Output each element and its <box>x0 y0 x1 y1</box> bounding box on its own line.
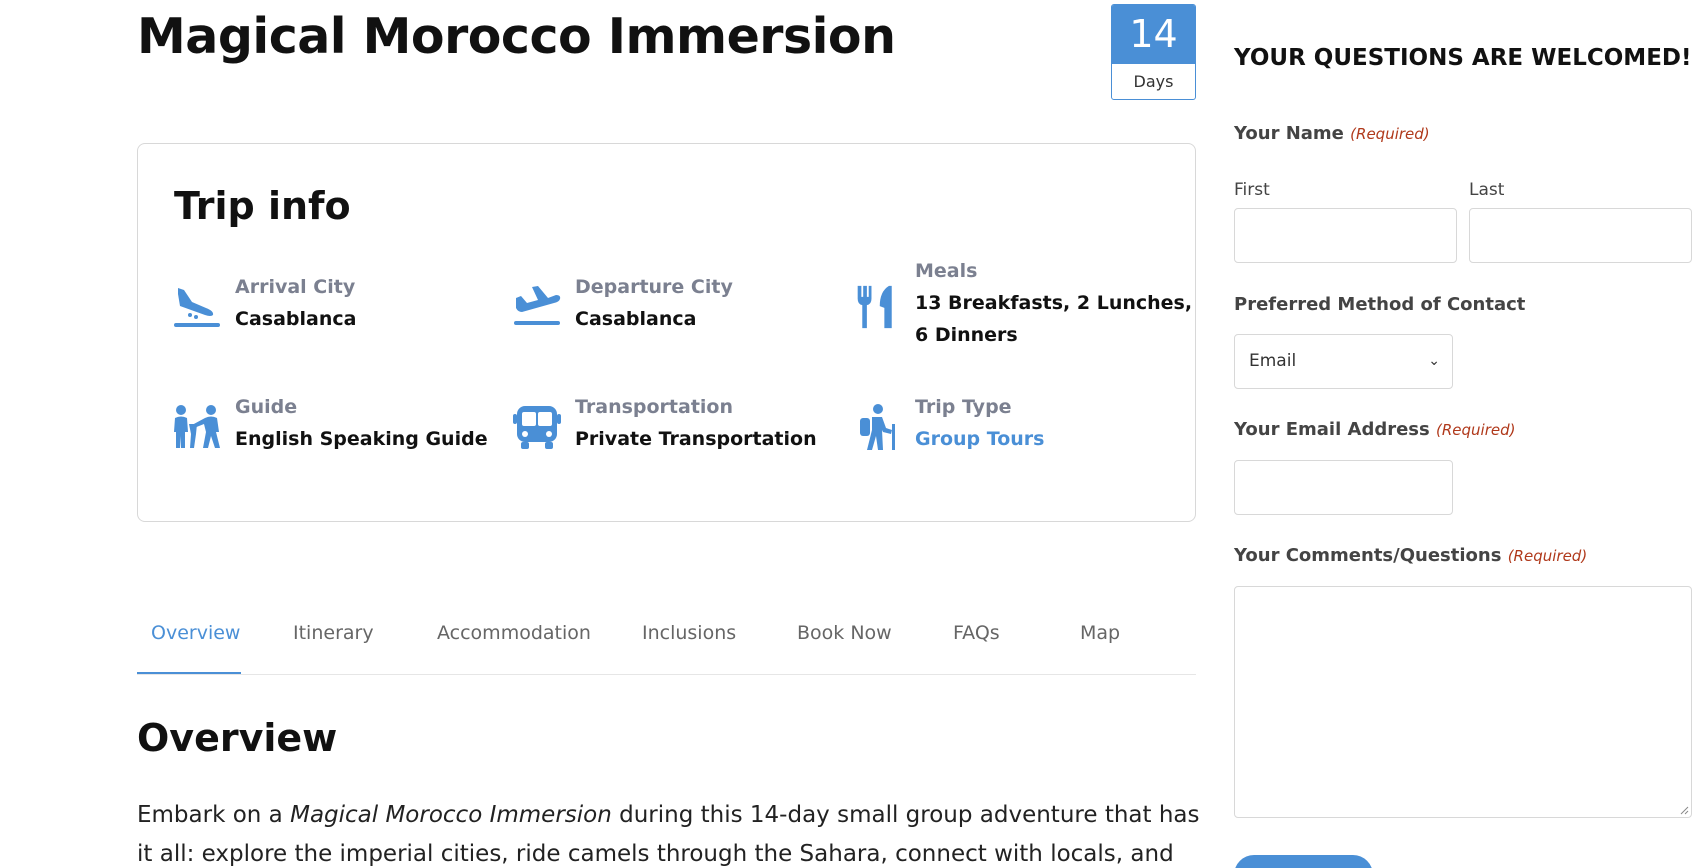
email-field-label: Your Email Address (Required) <box>1234 419 1515 440</box>
info-label: Arrival City <box>235 276 356 298</box>
required-indicator: (Required) <box>1507 547 1588 565</box>
hiker-icon <box>860 404 895 450</box>
chevron-down-icon: ⌄ <box>1428 353 1440 369</box>
guide-people-icon <box>174 405 220 448</box>
submit-button[interactable] <box>1234 855 1373 868</box>
tab-overview[interactable]: Overview <box>151 622 240 644</box>
active-tab-indicator <box>137 672 241 674</box>
contact-method-value: Email <box>1249 351 1297 371</box>
tab-inclusions[interactable]: Inclusions <box>642 622 736 644</box>
overview-text-start: Embark on a <box>137 802 291 828</box>
name-field-label: Your Name (Required) <box>1234 123 1430 144</box>
page-title: Magical Morocco Immersion <box>137 8 896 65</box>
plane-landing-icon <box>174 288 220 327</box>
info-value-line1: 13 Breakfasts, 2 Lunches, <box>915 292 1193 314</box>
trip-type-link[interactable]: Group Tours <box>915 423 1044 455</box>
first-name-sublabel: First <box>1234 180 1270 200</box>
comments-field-label: Your Comments/Questions (Required) <box>1234 545 1587 566</box>
tab-faqs[interactable]: FAQs <box>953 622 1000 644</box>
required-indicator: (Required) <box>1350 125 1430 143</box>
email-label-text: Your Email Address <box>1234 419 1430 440</box>
info-label: Trip Type <box>915 396 1012 418</box>
last-name-sublabel: Last <box>1469 180 1505 200</box>
comments-label-text: Your Comments/Questions <box>1234 545 1502 566</box>
info-label: Meals <box>915 260 978 282</box>
comments-textarea[interactable] <box>1234 586 1692 818</box>
duration-badge: 14 Days <box>1111 4 1196 100</box>
trip-info-card: Trip info Arrival City Casablanca Depart… <box>137 143 1196 522</box>
duration-number: 14 <box>1112 5 1195 64</box>
tab-map[interactable]: Map <box>1080 622 1120 644</box>
info-value: Casablanca <box>575 308 697 330</box>
contact-method-label: Preferred Method of Contact <box>1234 294 1526 315</box>
utensils-icon <box>857 285 892 329</box>
overview-heading: Overview <box>137 716 338 760</box>
tab-accommodation[interactable]: Accommodation <box>437 622 591 644</box>
email-input[interactable] <box>1234 460 1453 515</box>
overview-paragraph: Embark on a Magical Morocco Immersion du… <box>137 796 1207 868</box>
content-tabs: Overview Itinerary Accommodation Inclusi… <box>137 612 1196 675</box>
info-label: Guide <box>235 396 298 418</box>
info-value: Private Transportation <box>575 428 817 450</box>
tab-itinerary[interactable]: Itinerary <box>293 622 374 644</box>
form-heading: YOUR QUESTIONS ARE WELCOMED! <box>1234 45 1692 71</box>
info-label: Departure City <box>575 276 733 298</box>
required-indicator: (Required) <box>1436 421 1516 439</box>
overview-text-italic: Magical Morocco Immersion <box>290 802 612 828</box>
resize-handle-icon[interactable] <box>1679 805 1689 815</box>
trip-info-heading: Trip info <box>174 184 351 228</box>
tab-book-now[interactable]: Book Now <box>797 622 892 644</box>
contact-method-select[interactable]: Email ⌄ <box>1234 334 1453 389</box>
info-value-line2: 6 Dinners <box>915 324 1018 346</box>
last-name-input[interactable] <box>1469 208 1692 263</box>
info-label: Transportation <box>575 396 734 418</box>
info-value: Casablanca <box>235 308 357 330</box>
first-name-input[interactable] <box>1234 208 1457 263</box>
plane-departure-icon <box>514 286 561 325</box>
name-label-text: Your Name <box>1234 123 1344 144</box>
duration-unit: Days <box>1133 72 1174 91</box>
bus-icon <box>513 406 561 449</box>
info-value: English Speaking Guide <box>235 428 488 450</box>
